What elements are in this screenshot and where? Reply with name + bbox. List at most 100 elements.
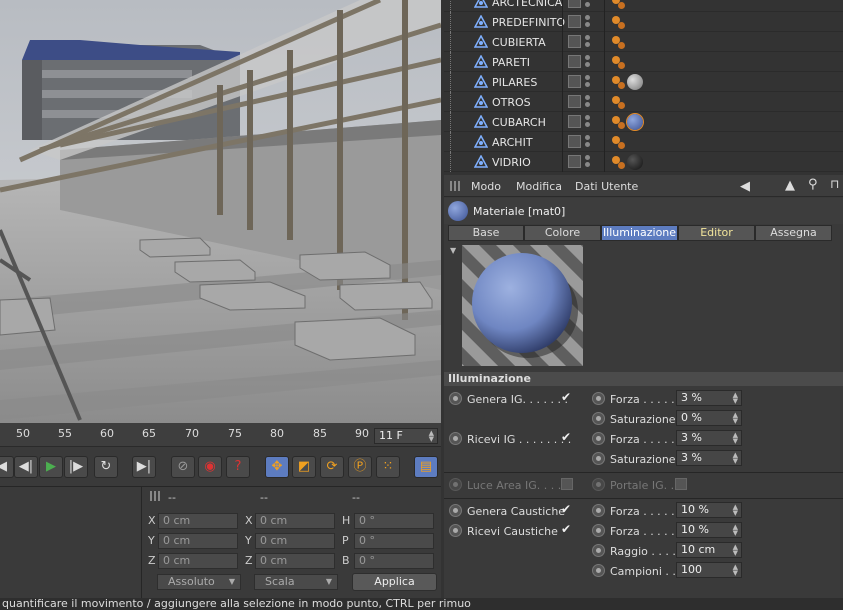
object-row[interactable]: OTROS — [444, 92, 843, 112]
genera-ig-checkbox[interactable]: ✔ — [561, 391, 573, 403]
tag-icon[interactable] — [618, 62, 625, 69]
cau-forza2-radio[interactable] — [592, 524, 605, 537]
spinner-icon[interactable]: ▲ ▼ — [733, 432, 738, 445]
cau-forza2-field[interactable]: 10 % ▲ ▼ — [676, 522, 742, 538]
tag-icon[interactable] — [618, 82, 625, 89]
next-frame-icon[interactable]: |▶ — [64, 456, 88, 478]
genera-ig-animate-radio[interactable] — [449, 392, 462, 405]
menu-modifica[interactable]: Modifica — [516, 180, 562, 193]
object-name[interactable]: PREDEFINITO — [492, 16, 565, 29]
points-grid-icon[interactable]: ⁙ — [376, 456, 400, 478]
tag-icon[interactable] — [618, 42, 625, 49]
coord-size-field[interactable]: 0 cm — [255, 553, 335, 569]
ric-forza-field[interactable]: 3 % ▲ ▼ — [676, 430, 742, 446]
layer-checkbox[interactable] — [568, 135, 581, 148]
coord-position-field[interactable]: 0 cm — [158, 533, 238, 549]
visibility-dots-icon[interactable] — [585, 155, 591, 169]
genera-caustiche-radio[interactable] — [449, 504, 462, 517]
luce-area-checkbox[interactable] — [561, 478, 573, 490]
current-frame-field[interactable]: 11 F ▲ ▼ — [374, 428, 438, 444]
visibility-dots-icon[interactable] — [585, 0, 591, 9]
timeline-ruler[interactable]: 50 55 60 65 70 75 80 85 90 11 F ▲ ▼ — [0, 423, 441, 447]
object-row[interactable]: PARETI — [444, 52, 843, 72]
object-row[interactable]: CUBIERTA — [444, 32, 843, 52]
prev-key-button[interactable]: ◀ — [0, 456, 14, 478]
campioni-field[interactable]: 100 ▲ ▼ — [676, 562, 742, 578]
object-row[interactable]: ARCHIT — [444, 132, 843, 152]
menu-dati-utente[interactable]: Dati Utente — [575, 180, 638, 193]
tag-icon[interactable] — [618, 22, 625, 29]
coord-rotation-field[interactable]: 0 ° — [354, 513, 434, 529]
tab-illuminazione[interactable]: Illuminazione — [601, 225, 678, 241]
object-name[interactable]: OTROS — [492, 96, 531, 109]
ric-forza-radio[interactable] — [592, 432, 605, 445]
apply-button[interactable]: Applica — [352, 573, 437, 591]
spinner-icon[interactable]: ▲ ▼ — [733, 564, 738, 577]
spinner-icon[interactable]: ▲ ▼ — [733, 412, 738, 425]
object-name[interactable]: PILARES — [492, 76, 537, 89]
loop-icon[interactable]: ↻ — [94, 456, 118, 478]
grip-icon[interactable] — [450, 181, 462, 191]
tab-base[interactable]: Base — [448, 225, 524, 241]
tag-icon[interactable] — [618, 142, 625, 149]
help-icon[interactable]: ? — [226, 456, 250, 478]
object-row[interactable]: PREDEFINITO — [444, 12, 843, 32]
layer-checkbox[interactable] — [568, 115, 581, 128]
object-name[interactable]: PARETI — [492, 56, 530, 69]
material-tag-icon[interactable] — [627, 154, 643, 170]
tag-icon[interactable] — [618, 2, 625, 9]
ricevi-ig-checkbox[interactable]: ✔ — [561, 431, 573, 443]
tag-icon[interactable] — [618, 122, 625, 129]
tab-editor[interactable]: Editor — [678, 225, 755, 241]
gen-forza-radio[interactable] — [592, 392, 605, 405]
coord-scale-dropdown[interactable]: Scala ▼ — [254, 574, 338, 590]
spinner-icon[interactable]: ▲ ▼ — [733, 504, 738, 517]
layer-checkbox[interactable] — [568, 55, 581, 68]
layer-checkbox[interactable] — [568, 0, 581, 8]
tag-icon[interactable] — [618, 162, 625, 169]
visibility-dots-icon[interactable] — [585, 35, 591, 49]
spinner-icon[interactable]: ▲ ▼ — [429, 430, 434, 443]
object-row[interactable]: VIDRIO — [444, 152, 843, 172]
layer-checkbox[interactable] — [568, 35, 581, 48]
layer-checkbox[interactable] — [568, 15, 581, 28]
gen-sat-field[interactable]: 0 % ▲ ▼ — [676, 410, 742, 426]
coord-mode-dropdown[interactable]: Assoluto ▼ — [157, 574, 241, 590]
ric-sat-radio[interactable] — [592, 452, 605, 465]
back-arrow-icon[interactable]: ◀ — [740, 179, 750, 194]
cau-forza1-radio[interactable] — [592, 504, 605, 517]
spinner-icon[interactable]: ▲ ▼ — [733, 524, 738, 537]
coord-size-field[interactable]: 0 cm — [255, 513, 335, 529]
preview-menu-arrow-icon[interactable]: ▼ — [450, 246, 456, 255]
tab-colore[interactable]: Colore — [524, 225, 601, 241]
lock-icon[interactable]: ⊓ — [830, 177, 839, 191]
record-disabled-icon[interactable]: ⊘ — [171, 456, 195, 478]
object-row[interactable]: CUBARCH — [444, 112, 843, 132]
object-name[interactable]: ARCTECNICA — [492, 0, 562, 9]
film-icon[interactable]: ▤ — [414, 456, 438, 478]
param-icon[interactable]: Ⓟ — [348, 456, 372, 478]
genera-caustiche-checkbox[interactable]: ✔ — [561, 503, 573, 515]
object-name[interactable]: CUBIERTA — [492, 36, 546, 49]
ricevi-caustiche-checkbox[interactable]: ✔ — [561, 523, 573, 535]
tab-assegna[interactable]: Assegna — [755, 225, 832, 241]
3d-viewport[interactable] — [0, 0, 441, 423]
layer-checkbox[interactable] — [568, 95, 581, 108]
object-name[interactable]: ARCHIT — [492, 136, 533, 149]
material-preview[interactable] — [462, 245, 583, 366]
spinner-icon[interactable]: ▲ ▼ — [733, 452, 738, 465]
coord-rotation-field[interactable]: 0 ° — [354, 553, 434, 569]
coord-position-field[interactable]: 0 cm — [158, 513, 238, 529]
layer-checkbox[interactable] — [568, 155, 581, 168]
search-icon[interactable]: ⚲ — [808, 177, 818, 192]
visibility-dots-icon[interactable] — [585, 75, 591, 89]
ricevi-caustiche-radio[interactable] — [449, 524, 462, 537]
spinner-icon[interactable]: ▲ ▼ — [733, 392, 738, 405]
cau-forza1-field[interactable]: 10 % ▲ ▼ — [676, 502, 742, 518]
portale-checkbox[interactable] — [675, 478, 687, 490]
visibility-dots-icon[interactable] — [585, 15, 591, 29]
visibility-dots-icon[interactable] — [585, 95, 591, 109]
visibility-dots-icon[interactable] — [585, 55, 591, 69]
prev-frame-icon[interactable]: ◀| — [14, 456, 38, 478]
object-manager[interactable]: ARCTECNICA PREDEFINITO CUBIERTA PARETI PILAR… — [444, 0, 843, 174]
